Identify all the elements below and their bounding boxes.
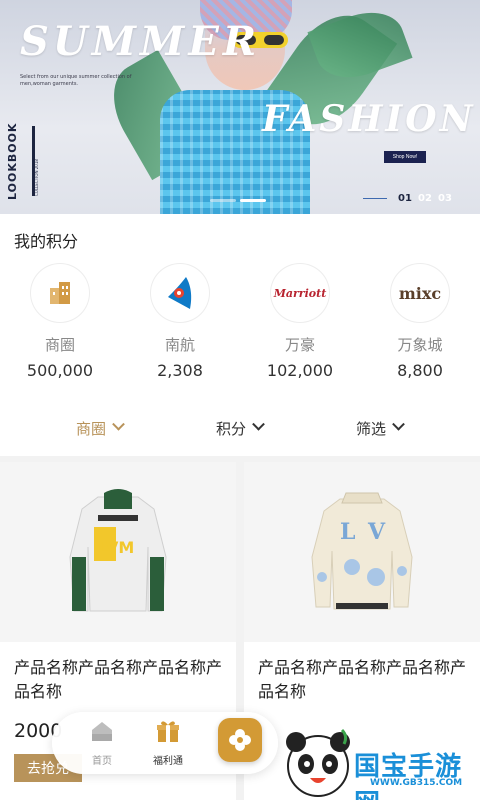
svg-text:V: V [367,519,386,545]
carousel-dot[interactable] [210,199,236,202]
points-item-china-southern[interactable]: 南航 2,308 [120,264,240,380]
points-section-title: 我的积分 [14,232,79,251]
building-icon [31,264,89,322]
clover-icon [229,729,251,751]
home-icon [92,722,112,741]
points-item-value: 500,000 [26,361,94,380]
points-item-mixc[interactable]: mixc 万象城 8,800 [360,264,480,380]
filter-points[interactable]: 积分 [216,417,265,439]
banner-headline-summer: SUMMER [20,18,261,65]
tab-label: 福利通 [153,756,183,767]
svg-text:L: L [340,519,355,545]
page-01[interactable]: 01 [398,193,412,204]
mixc-logo-text: mixc [398,283,442,303]
product-name: 产品名称产品名称产品名称产品名称 [258,658,467,701]
points-item-shangquan[interactable]: 商圈 500,000 [0,264,120,380]
lookbook-title: LOOKBOOK [6,122,19,200]
banner-headline-fashion: FASHION [262,98,476,140]
varsity-jacket-image: L V [244,462,480,642]
page-03[interactable]: 03 [438,193,452,204]
points-list: 商圈 500,000 南航 2,308 Marriott 万豪 102,000 … [0,264,480,384]
filter-label: 积分 [216,420,247,438]
filter-shangquan[interactable]: 商圈 [76,417,125,439]
marriott-logo: Marriott [271,264,329,322]
tab-welfare[interactable]: 福利通 [138,718,198,767]
filter-label: 商圈 [76,420,107,438]
pager-line [363,198,387,199]
carousel-indicator [210,199,266,202]
china-southern-logo [151,264,209,322]
lookbook-subtitle: COLLECTION 2018 [34,159,39,196]
chevron-down-icon [252,417,265,431]
chevron-down-icon [112,417,125,431]
hooded-jacket-image: LVM [0,462,236,642]
shop-now-button[interactable]: Shop Now! [384,151,426,163]
carousel-dot-active[interactable] [240,199,266,202]
points-item-name: 商圈 [44,336,75,354]
svg-text:LVM: LVM [98,538,134,557]
points-item-name: 万豪 [284,336,315,354]
tab-label: 首页 [92,756,112,767]
center-action-button[interactable] [218,718,262,762]
points-item-name: 南航 [164,336,195,354]
filter-bar: 商圈 积分 筛选 [0,412,480,444]
promo-banner[interactable]: SUMMER FASHION Select from our unique su… [0,0,480,214]
banner-description: Select from our unique summer collection… [20,74,132,87]
mixc-logo: mixc [391,264,449,322]
chevron-down-icon [392,417,405,431]
filter-label: 筛选 [356,420,387,438]
watermark: 国宝手游网 WWW.GB315.COM [282,724,478,800]
product-name: 产品名称产品名称产品名称产品名称 [14,658,223,701]
points-item-value: 2,308 [157,361,203,380]
watermark-text: 国宝手游网 [354,752,463,800]
watermark-url: WWW.GB315.COM [370,778,463,788]
marriott-logo-text: Marriott [273,286,327,300]
panda-mascot-icon [286,728,350,797]
points-item-value: 102,000 [266,361,334,380]
points-item-value: 8,800 [397,361,443,380]
page-02[interactable]: 02 [418,193,432,204]
points-item-marriott[interactable]: Marriott 万豪 102,000 [240,264,360,380]
gift-icon [157,721,179,742]
points-item-name: 万象城 [397,336,443,354]
filter-screen[interactable]: 筛选 [356,417,405,439]
tab-home[interactable]: 首页 [72,718,132,767]
